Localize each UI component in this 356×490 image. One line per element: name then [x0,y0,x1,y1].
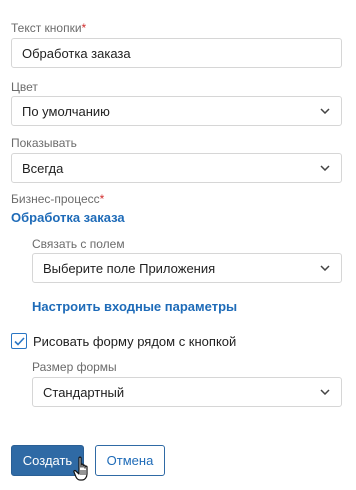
required-mark: * [99,192,105,206]
form-size-label: Размер формы [32,360,117,374]
show-select[interactable]: Всегда [11,153,342,183]
button-text-label: Текст кнопки* [11,21,86,35]
chevron-down-icon [319,162,331,174]
color-select[interactable]: По умолчанию [11,96,342,126]
draw-form-checkbox[interactable] [11,333,27,349]
bind-field-label: Связать с полем [32,237,125,251]
button-text-label-text: Текст кнопки [11,21,82,35]
bind-field-select-value: Выберите поле Приложения [43,260,216,276]
button-text-input[interactable] [22,45,331,61]
business-process-label-text: Бизнес-процесс [11,192,100,206]
hand-pointer-icon [73,456,88,481]
required-mark: * [81,21,87,35]
chevron-down-icon [319,262,331,274]
draw-form-checkbox-label[interactable]: Рисовать форму рядом с кнопкой [33,334,236,350]
bind-field-select[interactable]: Выберите поле Приложения [32,253,342,283]
color-label: Цвет [11,80,38,94]
chevron-down-icon [319,105,331,117]
show-select-value: Всегда [22,160,64,176]
business-process-link[interactable]: Обработка заказа [11,210,125,226]
button-text-field[interactable] [11,38,342,68]
form-size-select[interactable]: Стандартный [32,377,342,407]
checkmark-icon [13,336,25,346]
color-select-value: По умолчанию [22,103,110,119]
business-process-label: Бизнес-процесс* [11,192,104,206]
show-label: Показывать [11,136,77,150]
chevron-down-icon [319,386,331,398]
cancel-button[interactable]: Отмена [95,445,165,476]
configure-params-link[interactable]: Настроить входные параметры [32,299,237,315]
form-size-select-value: Стандартный [43,384,125,400]
